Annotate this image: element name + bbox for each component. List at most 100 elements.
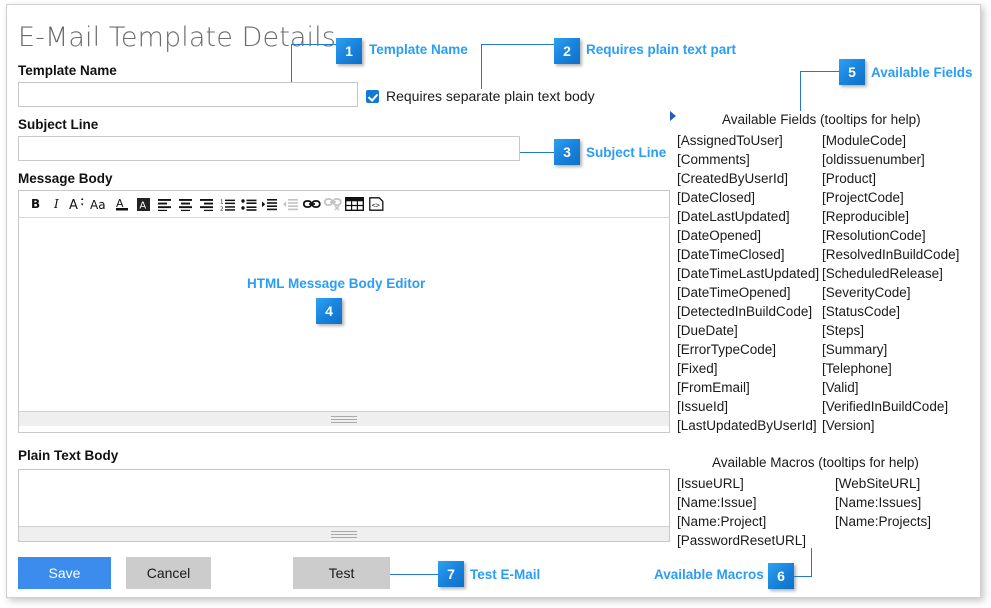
field-token[interactable]: [DateTimeClosed] — [677, 245, 819, 264]
field-token[interactable]: [VerifiedInBuildCode] — [822, 397, 959, 416]
available-fields-expander[interactable] — [670, 111, 676, 121]
remove-link-icon — [322, 194, 343, 215]
callout-1-badge: 1 — [336, 38, 362, 64]
triangle-right-icon — [670, 111, 676, 121]
callout-1-label: Template Name — [369, 42, 468, 57]
insert-table-icon[interactable] — [343, 194, 366, 215]
callout-2-label: Requires plain text part — [586, 42, 737, 57]
align-right-icon[interactable] — [196, 194, 217, 215]
message-body-input[interactable] — [19, 218, 669, 411]
html-message-body-editor[interactable]: B I A Aa A A 1 2 <> — [18, 190, 670, 433]
field-token[interactable]: [DateOpened] — [677, 226, 819, 245]
field-token[interactable]: [ScheduledRelease] — [822, 264, 959, 283]
field-token[interactable]: [oldissuenumber] — [822, 150, 959, 169]
insert-link-icon[interactable] — [301, 194, 322, 215]
field-token[interactable]: [DetectedInBuildCode] — [677, 302, 819, 321]
field-token[interactable]: [Summary] — [822, 340, 959, 359]
field-token[interactable]: [Product] — [822, 169, 959, 188]
field-token[interactable]: [Reproducible] — [822, 207, 959, 226]
field-token[interactable]: [Fixed] — [677, 359, 819, 378]
plain-text-checkbox-row[interactable]: Requires separate plain text body — [366, 88, 595, 104]
text-color-icon[interactable]: A — [112, 194, 133, 215]
plain-text-checkbox-label: Requires separate plain text body — [386, 88, 595, 104]
template-name-input[interactable] — [18, 82, 358, 107]
macro-token[interactable]: [PasswordResetURL] — [677, 531, 806, 550]
ordered-list-icon[interactable]: 1 2 — [217, 194, 238, 215]
field-token[interactable]: [ModuleCode] — [822, 131, 959, 150]
indent-decrease-icon — [280, 194, 301, 215]
field-token[interactable]: [DateTimeOpened] — [677, 283, 819, 302]
field-token[interactable]: [Steps] — [822, 321, 959, 340]
text-highlight-icon[interactable]: A — [133, 194, 154, 215]
callout-6-badge: 6 — [768, 563, 794, 589]
screenshot-root: E-Mail Template Details Template Name Re… — [0, 0, 991, 608]
field-token[interactable]: [DueDate] — [677, 321, 819, 340]
field-token[interactable]: [Version] — [822, 416, 959, 435]
field-token[interactable]: [CreatedByUserId] — [677, 169, 819, 188]
unordered-list-icon[interactable] — [238, 194, 259, 215]
font-name-icon[interactable]: Aa — [88, 194, 112, 215]
field-token[interactable]: [Telephone] — [822, 359, 959, 378]
plain-text-body-label: Plain Text Body — [18, 448, 119, 463]
macro-token[interactable]: [Name:Issue] — [677, 493, 806, 512]
svg-text:2: 2 — [220, 206, 224, 211]
field-token[interactable]: [SeverityCode] — [822, 283, 959, 302]
message-body-label: Message Body — [18, 171, 113, 186]
field-token[interactable]: [DateLastUpdated] — [677, 207, 819, 226]
callout-1-leader-vertical — [291, 44, 292, 82]
svg-text:<>: <> — [372, 201, 380, 209]
macro-token[interactable]: [Name:Projects] — [835, 512, 931, 531]
callout-5-badge: 5 — [839, 59, 865, 85]
italic-icon[interactable]: I — [46, 194, 67, 215]
callout-4-badge: 4 — [316, 298, 342, 324]
plain-text-body-resize-grip[interactable] — [19, 526, 669, 541]
callout-5-label: Available Fields — [871, 65, 973, 80]
plain-text-checkbox[interactable] — [366, 89, 379, 103]
macro-token[interactable]: [Name:Issues] — [835, 493, 931, 512]
panel-content: E-Mail Template Details Template Name Re… — [0, 0, 991, 608]
field-token[interactable]: [DateTimeLastUpdated] — [677, 264, 819, 283]
subject-line-input[interactable] — [18, 136, 520, 161]
field-token[interactable]: [FromEmail] — [677, 378, 819, 397]
callout-3-label: Subject Line — [586, 145, 667, 160]
macro-token[interactable]: [IssueURL] — [677, 474, 806, 493]
callout-2-leader-vertical — [481, 44, 482, 89]
message-body-resize-grip[interactable] — [19, 411, 669, 426]
svg-text:1: 1 — [220, 199, 224, 205]
align-left-icon[interactable] — [154, 194, 175, 215]
field-token[interactable]: [LastUpdatedByUserId] — [677, 416, 819, 435]
macro-token[interactable]: [Name:Project] — [677, 512, 806, 531]
callout-6-leader-vertical — [811, 548, 812, 576]
field-token[interactable]: [AssignedToUser] — [677, 131, 819, 150]
available-macros-column-right: [WebSiteURL] [Name:Issues] [Name:Project… — [835, 474, 931, 531]
grip-lines-icon — [331, 529, 357, 540]
field-token[interactable]: [ErrorTypeCode] — [677, 340, 819, 359]
callout-5-leader-horizontal — [800, 71, 839, 72]
callout-6-label: Available Macros — [654, 567, 764, 582]
view-html-source-icon[interactable]: <> — [366, 194, 387, 215]
field-token[interactable]: [ResolutionCode] — [822, 226, 959, 245]
align-center-icon[interactable] — [175, 194, 196, 215]
field-token[interactable]: [StatusCode] — [822, 302, 959, 321]
callout-1-leader-horizontal — [291, 44, 336, 45]
save-button[interactable]: Save — [18, 557, 111, 589]
bold-icon[interactable]: B — [25, 194, 46, 215]
field-token[interactable]: [IssueId] — [677, 397, 819, 416]
plain-text-body-input[interactable] — [19, 470, 669, 526]
grip-lines-icon — [331, 414, 357, 425]
test-button[interactable]: Test — [293, 557, 390, 589]
field-token[interactable]: [Comments] — [677, 150, 819, 169]
cancel-button[interactable]: Cancel — [126, 557, 211, 589]
field-token[interactable]: [ResolvedInBuildCode] — [822, 245, 959, 264]
font-size-icon[interactable]: A — [67, 194, 88, 215]
template-name-label: Template Name — [18, 63, 117, 78]
macro-token[interactable]: [WebSiteURL] — [835, 474, 931, 493]
plain-text-body-container[interactable] — [18, 469, 670, 542]
available-fields-column-right: [ModuleCode] [oldissuenumber] [Product] … — [822, 131, 959, 435]
editor-toolbar: B I A Aa A A 1 2 <> — [19, 191, 669, 218]
field-token[interactable]: [ProjectCode] — [822, 188, 959, 207]
field-token[interactable]: [DateClosed] — [677, 188, 819, 207]
callout-7-badge: 7 — [438, 561, 464, 587]
field-token[interactable]: [Valid] — [822, 378, 959, 397]
indent-increase-icon[interactable] — [259, 194, 280, 215]
